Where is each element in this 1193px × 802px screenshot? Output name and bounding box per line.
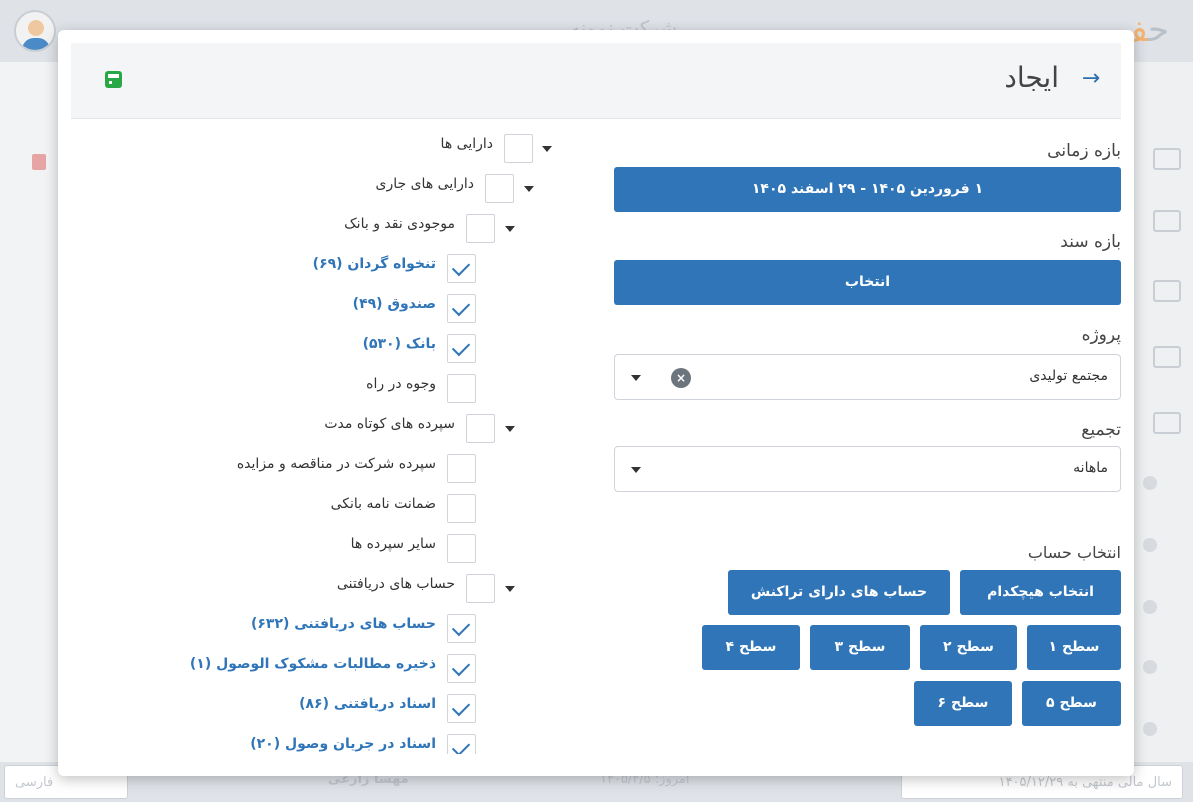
tree-item-label: اسناد در جریان وصول (۲۰) bbox=[250, 736, 436, 752]
app-left-panel bbox=[0, 62, 58, 762]
tree-item[interactable]: اسناد در جریان وصول (۲۰) bbox=[58, 734, 598, 754]
project-label: پروژه bbox=[1081, 325, 1121, 345]
tree-item-label: سپرده های کوتاه مدت bbox=[324, 416, 455, 432]
factory-icon[interactable] bbox=[1153, 280, 1181, 302]
aggregation-label: تجمیع bbox=[1081, 420, 1121, 440]
chevron-down-icon[interactable] bbox=[542, 146, 552, 152]
tree-item[interactable]: دارایی های جاری bbox=[58, 174, 598, 204]
tree-checkbox[interactable] bbox=[447, 694, 476, 723]
tree-item-label: ضمانت نامه بانکی bbox=[330, 496, 436, 512]
tree-item-label: دارایی های جاری bbox=[375, 176, 475, 192]
tree-item-label: سایر سپرده ها bbox=[350, 536, 436, 552]
tree-item[interactable]: صندوق (۴۹) bbox=[58, 294, 598, 324]
tree-checkbox[interactable] bbox=[447, 534, 476, 563]
time-range-label: بازه زمانی bbox=[1047, 141, 1121, 161]
create-modal: → ایجاد بازه زمانی ۱ فروردین ۱۴۰۵ - ۲۹ ا… bbox=[58, 30, 1134, 776]
app-side-menu bbox=[1133, 62, 1193, 798]
tree-checkbox[interactable] bbox=[485, 174, 514, 203]
tree-checkbox[interactable] bbox=[447, 614, 476, 643]
tree-item-label: تنخواه گردان (۶۹) bbox=[312, 256, 436, 272]
tree-item-label: موجودی نقد و بانک bbox=[344, 216, 455, 232]
clear-icon[interactable]: × bbox=[671, 368, 691, 388]
tree-item[interactable]: ذخیره مطالبات مشکوک الوصول (۱) bbox=[58, 654, 598, 684]
level-4-button[interactable]: سطح ۴ bbox=[702, 625, 800, 670]
level-2-button[interactable]: سطح ۲ bbox=[920, 625, 1017, 670]
tree-checkbox[interactable] bbox=[447, 454, 476, 483]
aggregation-select[interactable]: ماهانه bbox=[614, 446, 1121, 492]
tree-checkbox[interactable] bbox=[504, 134, 533, 163]
tree-item-label: حساب های دریافتنی (۶۳۲) bbox=[250, 616, 436, 632]
time-range-button[interactable]: ۱ فروردین ۱۴۰۵ - ۲۹ اسفند ۱۴۰۵ bbox=[614, 167, 1121, 212]
tree-item-label: حساب های دریافتنی bbox=[336, 576, 455, 592]
accounts-with-transactions-button[interactable]: حساب های دارای تراکنش bbox=[728, 570, 950, 615]
tree-checkbox[interactable] bbox=[447, 334, 476, 363]
user-avatar[interactable] bbox=[14, 10, 56, 52]
tree-item[interactable]: سپرده های کوتاه مدت bbox=[58, 414, 598, 444]
tree-checkbox[interactable] bbox=[466, 414, 495, 443]
trash-icon[interactable] bbox=[32, 154, 46, 170]
tree-item-label: وجوه در راه bbox=[366, 376, 436, 392]
modal-title: ایجاد bbox=[1004, 61, 1059, 94]
tree-item[interactable]: سایر سپرده ها bbox=[58, 534, 598, 564]
tree-checkbox[interactable] bbox=[447, 494, 476, 523]
level-1-button[interactable]: سطح ۱ bbox=[1027, 625, 1121, 670]
tree-item[interactable]: وجوه در راه bbox=[58, 374, 598, 404]
menu-dot bbox=[1143, 476, 1157, 490]
tree-checkbox[interactable] bbox=[447, 254, 476, 283]
doc-range-label: بازه سند bbox=[1060, 232, 1121, 252]
chevron-down-icon[interactable] bbox=[505, 426, 515, 432]
chevron-down-icon[interactable] bbox=[505, 586, 515, 592]
tree-item[interactable]: موجودی نقد و بانک bbox=[58, 214, 598, 244]
wallet-icon[interactable] bbox=[1153, 210, 1181, 232]
save-icon[interactable] bbox=[105, 71, 122, 88]
tree-checkbox[interactable] bbox=[447, 654, 476, 683]
level-6-button[interactable]: سطح ۶ bbox=[914, 681, 1012, 726]
tree-item-label: بانک (۵۳۰) bbox=[362, 336, 436, 352]
level-5-button[interactable]: سطح ۵ bbox=[1022, 681, 1121, 726]
chevron-down-icon[interactable] bbox=[631, 375, 641, 381]
chevron-down-icon[interactable] bbox=[631, 467, 641, 473]
project-select[interactable]: مجتمع تولیدی × bbox=[614, 354, 1121, 400]
tree-checkbox[interactable] bbox=[466, 574, 495, 603]
tree-item[interactable]: ضمانت نامه بانکی bbox=[58, 494, 598, 524]
tree-checkbox[interactable] bbox=[447, 294, 476, 323]
tree-item-label: صندوق (۴۹) bbox=[352, 296, 436, 312]
select-none-button[interactable]: انتخاب هیچکدام bbox=[960, 570, 1121, 615]
tree-item-label: سپرده شرکت در مناقصه و مزایده bbox=[236, 456, 436, 472]
doc-range-select-button[interactable]: انتخاب bbox=[614, 260, 1121, 305]
tree-item-label: دارایی ها bbox=[440, 136, 493, 152]
account-select-label: انتخاب حساب bbox=[1027, 543, 1121, 562]
menu-dot bbox=[1143, 538, 1157, 552]
modal-header: → ایجاد bbox=[71, 43, 1121, 119]
tree-item[interactable]: دارایی ها bbox=[58, 134, 598, 164]
tree-checkbox[interactable] bbox=[447, 374, 476, 403]
tree-item-label: اسناد دریافتنی (۸۶) bbox=[299, 696, 436, 712]
aggregation-value: ماهانه bbox=[1073, 460, 1108, 476]
level-3-button[interactable]: سطح ۳ bbox=[810, 625, 910, 670]
money-icon[interactable] bbox=[1153, 148, 1181, 170]
warehouse-icon[interactable] bbox=[1153, 346, 1181, 368]
tree-item[interactable]: سپرده شرکت در مناقصه و مزایده bbox=[58, 454, 598, 484]
back-arrow-icon[interactable]: → bbox=[1079, 67, 1103, 91]
menu-dot bbox=[1143, 660, 1157, 674]
project-value: مجتمع تولیدی bbox=[1029, 368, 1108, 384]
tree-item[interactable]: حساب های دریافتنی bbox=[58, 574, 598, 604]
tree-checkbox[interactable] bbox=[466, 214, 495, 243]
chevron-down-icon[interactable] bbox=[505, 226, 515, 232]
menu-dot bbox=[1143, 722, 1157, 736]
chevron-down-icon[interactable] bbox=[524, 186, 534, 192]
tree-item[interactable]: اسناد دریافتنی (۸۶) bbox=[58, 694, 598, 724]
tree-item[interactable]: حساب های دریافتنی (۶۳۲) bbox=[58, 614, 598, 644]
menu-dot bbox=[1143, 600, 1157, 614]
tree-item[interactable]: تنخواه گردان (۶۹) bbox=[58, 254, 598, 284]
tree-item[interactable]: بانک (۵۳۰) bbox=[58, 334, 598, 364]
tree-checkbox[interactable] bbox=[447, 734, 476, 754]
calculator-icon[interactable] bbox=[1153, 412, 1181, 434]
tree-item-label: ذخیره مطالبات مشکوک الوصول (۱) bbox=[189, 656, 436, 672]
